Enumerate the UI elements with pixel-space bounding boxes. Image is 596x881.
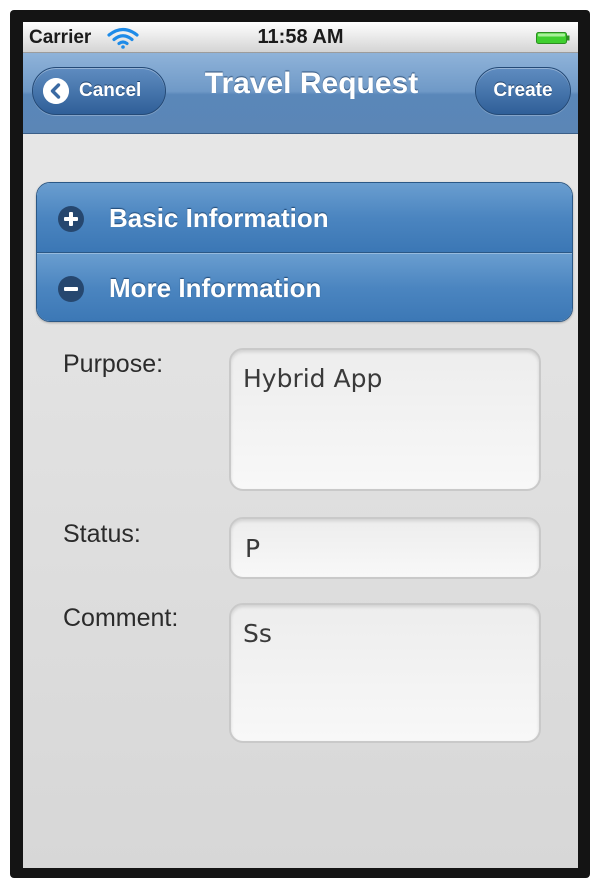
navigation-bar: Travel Request Cancel Create — [23, 53, 578, 134]
section-label: Basic Information — [109, 203, 329, 233]
cancel-label: Cancel — [79, 80, 142, 101]
status-clock: 11:58 AM — [257, 26, 344, 48]
status-bar: Carrier 11:58 AM — [23, 22, 578, 53]
section-label: More Information — [109, 273, 322, 303]
collapsible-sections: Basic Information More Information — [36, 182, 573, 322]
comment-label: Comment: — [63, 604, 179, 632]
section-basic-information[interactable]: Basic Information — [37, 183, 572, 252]
app-screen: Carrier 11:58 AM Travel Request Cancel C… — [23, 22, 578, 868]
cancel-button[interactable]: Cancel — [32, 67, 166, 115]
status-label: Status: — [63, 520, 141, 548]
comment-field[interactable]: Ss — [229, 603, 541, 743]
create-button[interactable]: Create — [475, 67, 571, 115]
minus-circle-icon — [58, 276, 84, 302]
device-frame: Carrier 11:58 AM Travel Request Cancel C… — [10, 10, 590, 878]
chevron-left-icon — [43, 78, 69, 104]
status-field[interactable] — [229, 517, 541, 579]
battery-icon — [536, 32, 570, 44]
purpose-field[interactable]: Hybrid App — [229, 348, 541, 491]
purpose-label: Purpose: — [63, 350, 164, 378]
plus-circle-icon — [58, 206, 84, 232]
section-more-information[interactable]: More Information — [37, 252, 572, 321]
